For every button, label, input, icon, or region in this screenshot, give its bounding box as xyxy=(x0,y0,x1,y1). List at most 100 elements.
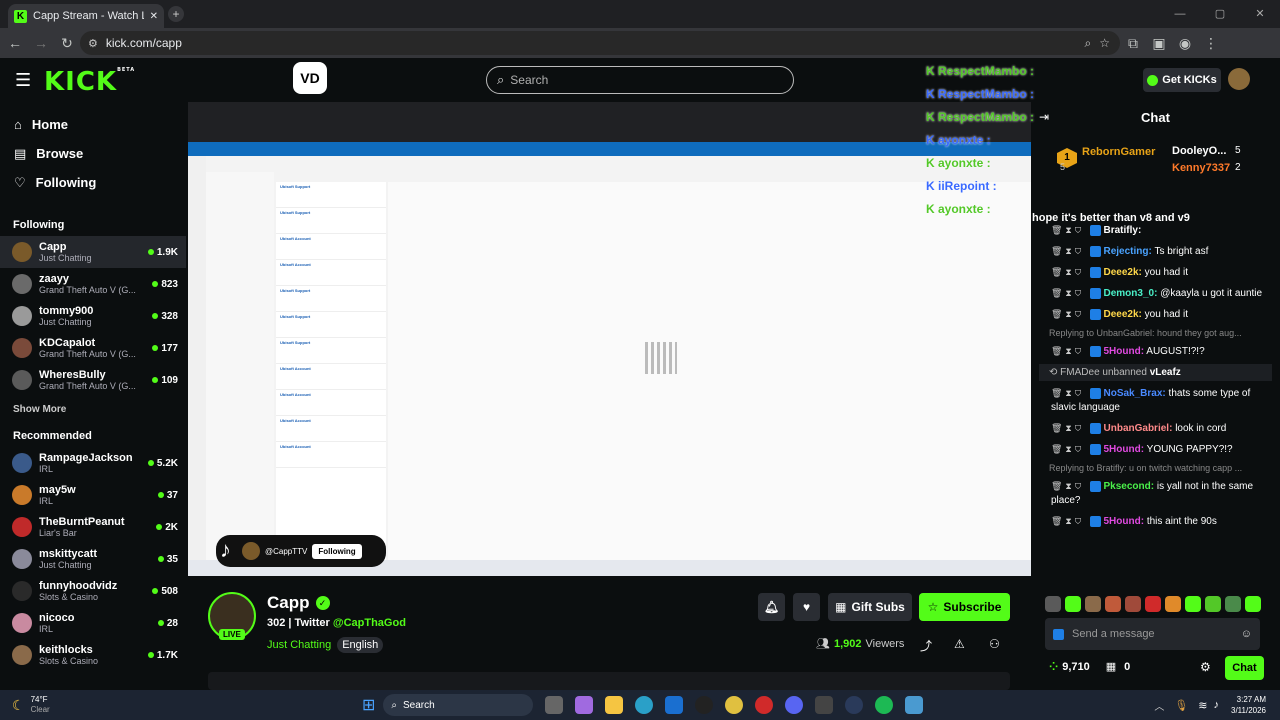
channel-tommy900[interactable]: tommy900 Just Chatting 328 xyxy=(0,300,186,332)
channel-capp[interactable]: Capp Just Chatting 1.9K xyxy=(0,236,186,268)
emote-icon[interactable] xyxy=(1165,596,1181,612)
search-input[interactable]: ⌕ Search xyxy=(486,66,794,94)
opera-icon[interactable] xyxy=(755,696,774,714)
reply-context[interactable]: Replying to UnbanGabriel: hound they got… xyxy=(1039,325,1272,341)
tab-search-icon[interactable]: ▣ xyxy=(1146,35,1172,52)
wifi-icon[interactable]: ≋ xyxy=(1198,699,1207,712)
chat-username[interactable]: Bratifly: xyxy=(1104,225,1142,236)
chat-username[interactable]: 5Hound: xyxy=(1104,516,1145,527)
emoji-icon[interactable]: ☺ xyxy=(1241,628,1252,640)
close-window-button[interactable]: ✕ xyxy=(1240,0,1280,28)
site-info-icon[interactable]: ⚙ xyxy=(88,37,98,50)
leader-name-2[interactable]: DooleyO... xyxy=(1172,145,1226,157)
chat-username[interactable]: 5Hound: xyxy=(1104,346,1145,357)
edge-icon[interactable] xyxy=(635,696,654,714)
channel-zaayy[interactable]: zaayy Grand Theft Auto V (G... 823 xyxy=(0,268,186,300)
mod-tools-icon[interactable]: 🗑︎⧗⛉ xyxy=(1051,481,1090,491)
new-tab-button[interactable]: + xyxy=(168,6,184,22)
gift-subs-button[interactable]: ▦ Gift Subs xyxy=(828,593,912,621)
forward-icon[interactable]: → xyxy=(28,35,54,51)
system-target[interactable]: vLeafz xyxy=(1150,367,1181,378)
task-view-icon[interactable] xyxy=(545,696,564,714)
emote-icon[interactable] xyxy=(1105,596,1121,612)
address-bar[interactable]: ⚙ kick.com/capp ⌕ ☆ xyxy=(80,31,1120,55)
user-avatar[interactable] xyxy=(1228,68,1250,90)
video-player[interactable]: Ubisoft Support Ubisoft Support Ubisoft Ac… xyxy=(188,102,1031,576)
emote-icon[interactable] xyxy=(1185,596,1201,612)
nav-browse[interactable]: ▤ Browse xyxy=(0,139,186,168)
channel-may5w[interactable]: may5w IRL 37 xyxy=(0,479,186,511)
mod-tools-icon[interactable]: 🗑︎⧗⛉ xyxy=(1051,267,1090,277)
kick-logo[interactable]: KICKBETA xyxy=(44,67,135,97)
show-more-link[interactable]: Show More xyxy=(0,396,186,420)
github-icon[interactable] xyxy=(695,696,714,714)
bookmark-star-icon[interactable]: ☆ xyxy=(1099,36,1110,50)
streamer-name[interactable]: Capp xyxy=(267,593,310,613)
mod-tools-icon[interactable]: 🗑︎⧗⛉ xyxy=(1051,388,1090,398)
steam-icon[interactable] xyxy=(845,696,864,714)
chat-settings-icon[interactable]: ⚙ xyxy=(1200,660,1211,674)
photos-icon[interactable] xyxy=(905,696,924,714)
chat-input[interactable]: Send a message ☺ xyxy=(1045,618,1260,650)
channel-wheresbully[interactable]: WheresBully Grand Theft Auto V (G... 109 xyxy=(0,364,186,396)
zoom-icon[interactable]: ⌕ xyxy=(1085,36,1092,51)
hamburger-menu-icon[interactable]: ☰ xyxy=(15,70,31,91)
chat-send-button[interactable]: Chat xyxy=(1225,656,1264,680)
outlook-icon[interactable] xyxy=(665,696,684,714)
nav-following[interactable]: ♡ Following xyxy=(0,168,186,197)
menu-dots-icon[interactable]: ⋮ xyxy=(1198,35,1224,52)
chat-username[interactable]: Deee2k: xyxy=(1104,309,1142,320)
channel-nicoco[interactable]: nicoco IRL 28 xyxy=(0,607,186,639)
channel-rampagejackson[interactable]: RampageJackson IRL 5.2K xyxy=(0,447,186,479)
file-explorer-icon[interactable] xyxy=(605,696,624,714)
chat-username[interactable]: Rejecting: xyxy=(1104,246,1152,257)
reload-icon[interactable]: ↻ xyxy=(54,35,80,52)
emote-icon[interactable] xyxy=(1145,596,1161,612)
vod-app-icon[interactable]: VD xyxy=(293,62,327,94)
report-icon[interactable]: ⚠ xyxy=(954,637,965,651)
mod-tools-icon[interactable]: 🗑︎⧗⛉ xyxy=(1051,346,1090,356)
close-tab-icon[interactable]: ✕ xyxy=(150,11,158,22)
xbox-icon[interactable] xyxy=(815,696,834,714)
browser-tab[interactable]: K Capp Stream - Watch Live on K ✕ xyxy=(8,4,164,28)
category-link[interactable]: Just Chatting xyxy=(267,639,331,651)
profile-icon[interactable]: ◉ xyxy=(1172,35,1198,52)
chat-username[interactable]: Pksecond: xyxy=(1104,481,1155,492)
user-add-icon[interactable]: ⚇ xyxy=(989,637,1000,651)
discord-icon[interactable] xyxy=(785,696,804,714)
follow-heart-button[interactable]: ♥ xyxy=(793,593,820,621)
emote-icon[interactable] xyxy=(1045,596,1061,612)
clock[interactable]: 3:27 AM 3/11/2026 xyxy=(1231,694,1266,716)
leader-name-3[interactable]: Kenny7337 xyxy=(1172,162,1230,174)
mod-tools-icon[interactable]: 🗑︎⧗⛉ xyxy=(1051,309,1090,319)
windows-start-icon[interactable]: ⊞ xyxy=(362,695,375,715)
emote-icon[interactable] xyxy=(1125,596,1141,612)
channel-kdcapalot[interactable]: KDCapalot Grand Theft Auto V (G... 177 xyxy=(0,332,186,364)
chat-username[interactable]: NoSak_Brax: xyxy=(1104,388,1166,399)
chat-username[interactable]: Deee2k: xyxy=(1104,267,1142,278)
share-icon[interactable]: ⤴ xyxy=(920,637,932,654)
maximize-button[interactable]: ▢ xyxy=(1200,0,1240,28)
copilot-icon[interactable] xyxy=(575,696,594,714)
channel-mskittycatt[interactable]: mskittycatt Just Chatting 35 xyxy=(0,543,186,575)
nav-home[interactable]: ⌂ Home xyxy=(0,110,186,139)
mod-tools-icon[interactable]: 🗑︎⧗⛉ xyxy=(1051,246,1090,256)
emote-icon[interactable] xyxy=(1225,596,1241,612)
taskbar-search[interactable]: ⌕ Search xyxy=(383,694,534,716)
reply-context[interactable]: Replying to Bratifly: u on twitch watchi… xyxy=(1039,460,1272,476)
mod-tools-icon[interactable]: 🗑︎⧗⛉ xyxy=(1051,423,1090,433)
mod-tools-icon[interactable]: 🗑︎⧗⛉ xyxy=(1051,444,1090,454)
weather-widget[interactable]: ☾ 74°F Clear xyxy=(12,695,342,715)
emote-icon[interactable] xyxy=(1065,596,1081,612)
subscribe-button[interactable]: ☆ Subscribe xyxy=(919,593,1010,621)
extensions-icon[interactable]: ⧉ xyxy=(1120,35,1146,52)
volume-icon[interactable]: ♪ xyxy=(1214,699,1220,711)
back-icon[interactable]: ← xyxy=(2,35,28,51)
twitter-link[interactable]: @CapThaGod xyxy=(333,617,406,629)
mod-tools-icon[interactable]: 🗑︎⧗⛉ xyxy=(1051,288,1090,298)
minimize-button[interactable]: — xyxy=(1160,0,1200,28)
chat-username[interactable]: UnbanGabriel: xyxy=(1104,423,1173,434)
leader-name-1[interactable]: RebornGamer xyxy=(1082,146,1155,158)
emote-icon[interactable] xyxy=(1245,596,1261,612)
channel-keithlocks[interactable]: keithlocks Slots & Casino 1.7K xyxy=(0,639,186,671)
